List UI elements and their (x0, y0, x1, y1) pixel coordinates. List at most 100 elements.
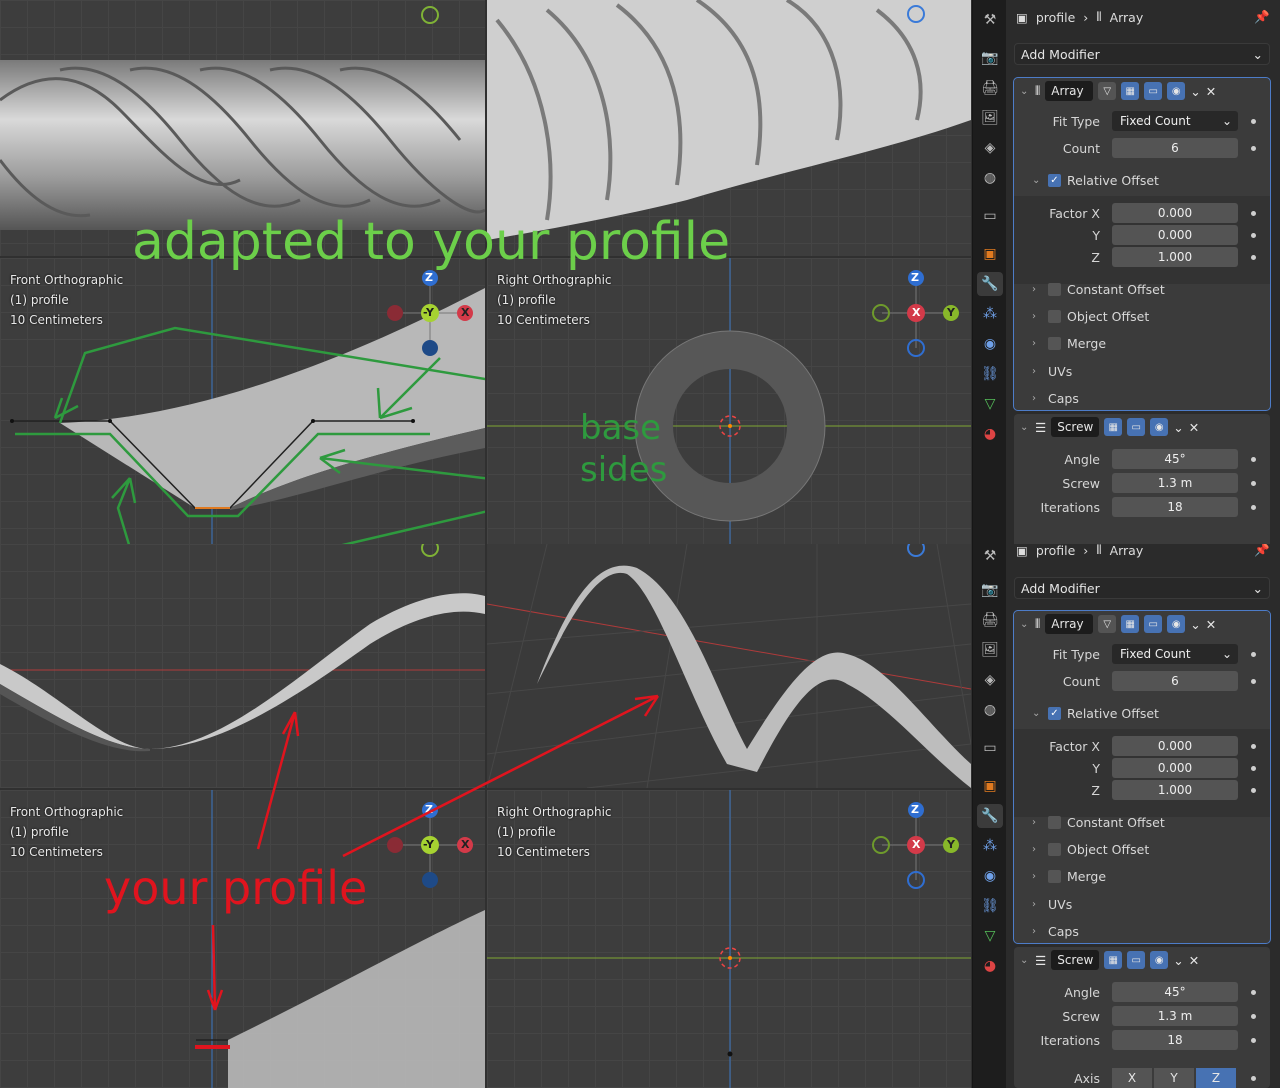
constraints-tab-icon[interactable]: ⛓ (977, 362, 1003, 386)
checkbox-icon[interactable] (1048, 816, 1061, 829)
particles-tab-icon[interactable]: ⁂ (977, 834, 1003, 858)
fit-type-select[interactable]: Fixed Count ⌄ (1112, 644, 1238, 664)
caps-subpanel[interactable]: › Caps (1032, 391, 1079, 406)
material-tab-icon[interactable]: ◕ (977, 954, 1003, 978)
keyframe-dot-icon[interactable] (1251, 504, 1256, 510)
factor-x-field[interactable]: 0.000 (1112, 203, 1238, 223)
checkbox-checked-icon[interactable]: ✓ (1048, 174, 1061, 187)
data-tab-icon[interactable]: ▽ (977, 924, 1003, 948)
viewport-icon[interactable]: ▭ (1144, 615, 1163, 633)
editmode-icon[interactable]: ▦ (1104, 418, 1123, 436)
physics-tab-icon[interactable]: ◉ (977, 864, 1003, 888)
checkbox-icon[interactable] (1048, 310, 1061, 323)
keyframe-dot-icon[interactable] (1251, 743, 1256, 749)
modifier-tab-icon[interactable]: 🔧 (977, 804, 1003, 828)
collection-tab-icon[interactable]: ▭ (977, 736, 1003, 760)
modifier-name-field[interactable]: Screw (1051, 950, 1100, 970)
angle-field[interactable]: 45° (1112, 982, 1238, 1002)
keyframe-dot-icon[interactable] (1251, 254, 1256, 260)
edit-cage-icon[interactable]: ▽ (1098, 82, 1117, 100)
pin-icon[interactable]: 📌 (1254, 9, 1270, 25)
collapse-icon[interactable]: ⌄ (1020, 619, 1030, 630)
viewport-front-ortho-top[interactable]: Front Orthographic (1) profile 10 Centim… (0, 258, 485, 544)
factor-y-field[interactable]: 0.000 (1112, 225, 1238, 245)
factor-y-field[interactable]: 0.000 (1112, 758, 1238, 778)
keyframe-dot-icon[interactable] (1251, 678, 1256, 684)
keyframe-dot-icon[interactable] (1251, 1037, 1256, 1043)
collapse-icon[interactable]: ⌄ (1020, 422, 1030, 433)
keyframe-dot-icon[interactable] (1251, 1075, 1256, 1081)
constraints-tab-icon[interactable]: ⛓ (977, 894, 1003, 918)
particles-tab-icon[interactable]: ⁂ (977, 302, 1003, 326)
keyframe-dot-icon[interactable] (1251, 232, 1256, 238)
viewport-icon[interactable]: ▭ (1144, 82, 1163, 100)
axis-z-button[interactable]: Z (1196, 1068, 1236, 1088)
keyframe-dot-icon[interactable] (1251, 989, 1256, 995)
render-icon[interactable]: ◉ (1150, 418, 1169, 436)
screw-field[interactable]: 1.3 m (1112, 1006, 1238, 1026)
world-tab-icon[interactable]: ◍ (977, 698, 1003, 722)
modifier-name-field[interactable]: Screw (1051, 417, 1100, 437)
caps-subpanel[interactable]: › Caps (1032, 924, 1079, 939)
editmode-icon[interactable]: ▦ (1104, 951, 1123, 969)
viewport-right-ortho-top[interactable]: Right Orthographic (1) profile 10 Centim… (487, 258, 971, 544)
material-tab-icon[interactable]: ◕ (977, 422, 1003, 446)
editmode-icon[interactable]: ▦ (1121, 82, 1140, 100)
checkbox-icon[interactable] (1048, 843, 1061, 856)
modifier-name-field[interactable]: Array (1045, 614, 1094, 634)
merge-toggle[interactable]: › Merge (1032, 869, 1106, 884)
uvs-subpanel[interactable]: › UVs (1032, 897, 1072, 912)
axis-x-button[interactable]: X (1112, 1068, 1152, 1088)
keyframe-dot-icon[interactable] (1251, 651, 1256, 657)
close-icon[interactable]: ✕ (1189, 953, 1199, 968)
factor-x-field[interactable]: 0.000 (1112, 736, 1238, 756)
count-field[interactable]: 6 (1112, 138, 1238, 158)
dropdown-icon[interactable]: ⌄ (1173, 420, 1183, 435)
keyframe-dot-icon[interactable] (1251, 765, 1256, 771)
view-layer-tab-icon[interactable]: 🖼 (977, 638, 1003, 662)
collection-tab-icon[interactable]: ▭ (977, 204, 1003, 228)
render-icon[interactable]: ◉ (1150, 951, 1169, 969)
view-layer-tab-icon[interactable]: 🖼 (977, 106, 1003, 130)
close-icon[interactable]: ✕ (1189, 420, 1199, 435)
world-tab-icon[interactable]: ◍ (977, 166, 1003, 190)
checkbox-icon[interactable] (1048, 283, 1061, 296)
modifier-tab-icon[interactable]: 🔧 (977, 272, 1003, 296)
dropdown-icon[interactable]: ⌄ (1173, 953, 1183, 968)
uvs-subpanel[interactable]: › UVs (1032, 364, 1072, 379)
iterations-field[interactable]: 18 (1112, 497, 1238, 517)
object-tab-icon[interactable]: ▣ (977, 774, 1003, 798)
keyframe-dot-icon[interactable] (1251, 118, 1256, 124)
collapse-icon[interactable]: ⌄ (1020, 86, 1030, 97)
close-icon[interactable]: ✕ (1206, 84, 1216, 99)
constant-offset-toggle[interactable]: › Constant Offset (1032, 282, 1165, 297)
keyframe-dot-icon[interactable] (1251, 210, 1256, 216)
scene-tab-icon[interactable]: ◈ (977, 668, 1003, 692)
object-offset-toggle[interactable]: › Object Offset (1032, 309, 1149, 324)
scene-tab-icon[interactable]: ◈ (977, 136, 1003, 160)
constant-offset-toggle[interactable]: › Constant Offset (1032, 815, 1165, 830)
pin-icon[interactable]: 📌 (1254, 544, 1270, 558)
add-modifier-dropdown[interactable]: Add Modifier ⌄ (1014, 577, 1270, 599)
editmode-icon[interactable]: ▦ (1121, 615, 1140, 633)
keyframe-dot-icon[interactable] (1251, 1013, 1256, 1019)
keyframe-dot-icon[interactable] (1251, 145, 1256, 151)
dropdown-icon[interactable]: ⌄ (1190, 84, 1200, 99)
modifier-name-field[interactable]: Array (1045, 81, 1094, 101)
checkbox-checked-icon[interactable]: ✓ (1048, 707, 1061, 720)
render-tab-icon[interactable]: 📷 (977, 578, 1003, 602)
dropdown-icon[interactable]: ⌄ (1190, 617, 1200, 632)
relative-offset-toggle[interactable]: ⌄ ✓ Relative Offset (1032, 173, 1159, 188)
tool-tab-icon[interactable]: ⚒ (977, 8, 1003, 32)
data-tab-icon[interactable]: ▽ (977, 392, 1003, 416)
render-tab-icon[interactable]: 📷 (977, 46, 1003, 70)
render-icon[interactable]: ◉ (1167, 615, 1186, 633)
screw-field[interactable]: 1.3 m (1112, 473, 1238, 493)
iterations-field[interactable]: 18 (1112, 1030, 1238, 1050)
collapse-icon[interactable]: ⌄ (1020, 955, 1030, 966)
relative-offset-toggle[interactable]: ⌄ ✓ Relative Offset (1032, 706, 1159, 721)
fit-type-select[interactable]: Fixed Count ⌄ (1112, 111, 1238, 131)
object-offset-toggle[interactable]: › Object Offset (1032, 842, 1149, 857)
object-tab-icon[interactable]: ▣ (977, 242, 1003, 266)
angle-field[interactable]: 45° (1112, 449, 1238, 469)
